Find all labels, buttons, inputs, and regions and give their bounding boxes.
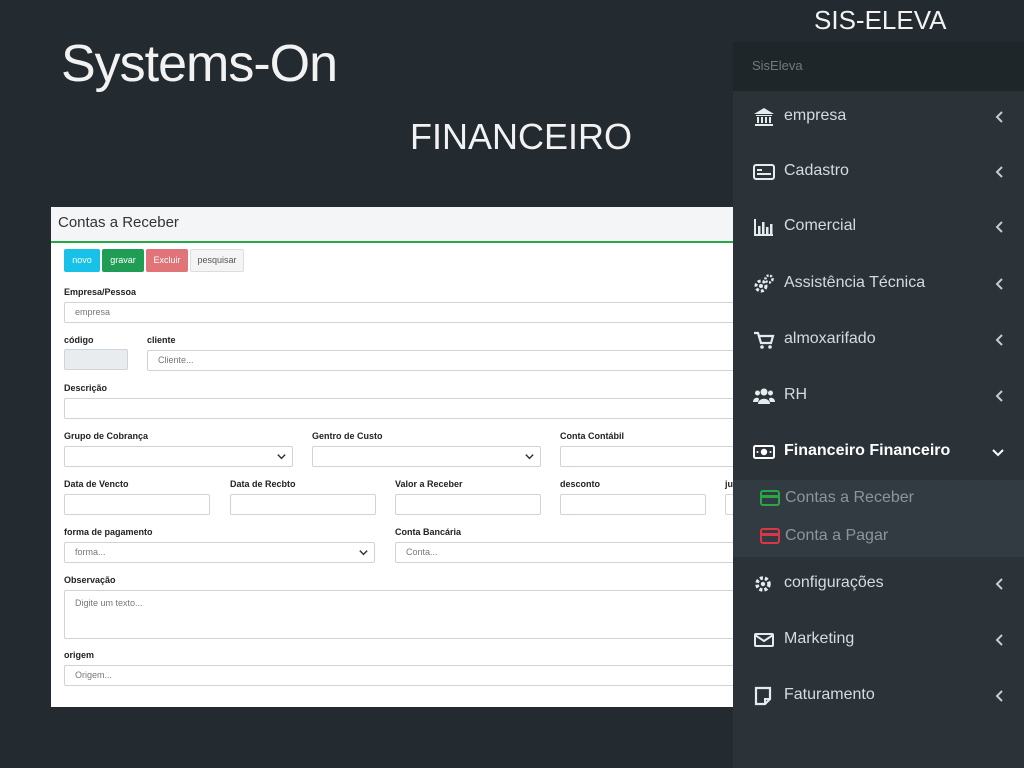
- sidebar-item-label: Assistência Técnica: [784, 274, 926, 291]
- data-vencto-label: Data de Vencto: [64, 479, 129, 489]
- chevron-left-icon: [995, 111, 1003, 123]
- cliente-input[interactable]: Cliente...: [147, 350, 733, 371]
- sidebar-brand: SisEleva: [733, 42, 1024, 91]
- cart-icon: [754, 331, 775, 349]
- sidebar-item-faturamento[interactable]: Faturamento: [733, 676, 1024, 716]
- grupo-cobranca-select[interactable]: [64, 446, 293, 467]
- descricao-label: Descrição: [64, 383, 108, 393]
- data-vencto-input[interactable]: [64, 494, 210, 515]
- origem-input[interactable]: Origem...: [64, 665, 733, 686]
- sidebar-item-label: Comercial: [784, 217, 857, 234]
- observacao-textarea[interactable]: Digite um texto...: [64, 590, 733, 639]
- credit-card-icon: [760, 528, 780, 544]
- chevron-down-icon: [525, 454, 534, 460]
- financeiro-submenu: Contas a Receber Conta a Pagar: [733, 480, 1024, 557]
- submenu-item-contas-receber[interactable]: Contas a Receber: [733, 484, 1024, 514]
- sidebar-item-rh[interactable]: RH: [733, 376, 1024, 416]
- valor-receber-input[interactable]: [395, 494, 541, 515]
- valor-receber-label: Valor a Receber: [395, 479, 463, 489]
- sidebar-item-empresa[interactable]: empresa: [733, 97, 1024, 137]
- gear-icon: [755, 576, 771, 592]
- sidebar-item-financeiro[interactable]: Financeiro Financeiro: [733, 432, 1024, 472]
- centro-custo-select[interactable]: [312, 446, 541, 467]
- conta-bancaria-input[interactable]: Conta...: [395, 542, 733, 563]
- sidebar-item-label: Cadastro: [784, 162, 849, 179]
- slide-title: Systems-On: [61, 35, 338, 93]
- chevron-left-icon: [995, 166, 1003, 178]
- pesquisar-button[interactable]: pesquisar: [190, 249, 244, 272]
- id-card-icon: [753, 164, 775, 180]
- empresa-pessoa-label: Empresa/Pessoa: [64, 287, 137, 297]
- sidebar-item-cadastro[interactable]: Cadastro: [733, 152, 1024, 192]
- sidebar-item-assistencia[interactable]: Assistência Técnica: [733, 264, 1024, 304]
- chevron-down-icon: [277, 454, 286, 460]
- sidebar-item-label: RH: [784, 386, 808, 403]
- chevron-left-icon: [995, 390, 1003, 402]
- novo-button[interactable]: novo: [64, 249, 100, 272]
- empresa-input[interactable]: empresa: [64, 302, 733, 323]
- chevron-down-icon: [992, 449, 1004, 457]
- sidebar-item-label: Financeiro Financeiro: [784, 442, 951, 459]
- top-right-label: SIS-ELEVA: [814, 5, 947, 35]
- chevron-left-icon: [995, 334, 1003, 346]
- data-recbto-input[interactable]: [230, 494, 376, 515]
- submenu-item-label: Conta a Pagar: [785, 527, 889, 544]
- credit-card-icon: [760, 490, 780, 506]
- forma-pagamento-select[interactable]: forma...: [64, 542, 375, 563]
- panel-title: Contas a Receber: [58, 214, 179, 231]
- sidebar-item-marketing[interactable]: Marketing: [733, 620, 1024, 660]
- sidebar-item-configuracoes[interactable]: configurações: [733, 564, 1024, 604]
- chevron-left-icon: [995, 690, 1003, 702]
- sidebar-item-label: empresa: [784, 107, 847, 124]
- conta-bancaria-label: Conta Bancária: [395, 527, 462, 537]
- desconto-input[interactable]: [560, 494, 706, 515]
- sidebar: SisEleva empresa Cadastro Comercial Assi…: [733, 42, 1024, 768]
- submenu-item-conta-pagar[interactable]: Conta a Pagar: [733, 522, 1024, 552]
- observacao-label: Observação: [64, 575, 116, 585]
- origem-label: origem: [64, 650, 95, 660]
- slide-subtitle: FINANCEIRO: [410, 116, 633, 157]
- descricao-input[interactable]: [64, 398, 733, 419]
- forma-pagamento-label: forma de pagamento: [64, 527, 153, 537]
- chevron-left-icon: [995, 221, 1003, 233]
- note-icon: [754, 686, 772, 706]
- contas-receber-panel: Contas a Receber novo gravar Excluir pes…: [51, 207, 733, 707]
- excluir-button[interactable]: Excluir: [146, 249, 188, 272]
- cliente-label: cliente: [147, 335, 176, 345]
- conta-contabil-label: Conta Contábil: [560, 431, 624, 441]
- brand-text: SisEleva: [752, 58, 803, 73]
- chevron-left-icon: [995, 278, 1003, 290]
- sidebar-item-label: almoxarifado: [784, 330, 876, 347]
- codigo-input[interactable]: [64, 349, 128, 370]
- sidebar-item-label: configurações: [784, 574, 884, 591]
- chevron-left-icon: [995, 634, 1003, 646]
- centro-custo-label: Gentro de Custo: [312, 431, 383, 441]
- desconto-label: desconto: [560, 479, 601, 489]
- envelope-icon: [754, 633, 774, 647]
- data-recbto-label: Data de Recbto: [230, 479, 296, 489]
- sidebar-item-comercial[interactable]: Comercial: [733, 207, 1024, 247]
- grupo-cobranca-label: Grupo de Cobrança: [64, 431, 149, 441]
- chevron-down-icon: [359, 550, 368, 556]
- sidebar-item-label: Faturamento: [784, 686, 875, 703]
- bank-icon: [754, 108, 774, 126]
- chevron-left-icon: [995, 578, 1003, 590]
- users-icon: [753, 388, 775, 404]
- money-icon: [753, 445, 775, 459]
- sidebar-item-label: Marketing: [784, 630, 855, 647]
- codigo-label: código: [64, 335, 94, 345]
- gears-icon: [754, 274, 774, 293]
- submenu-item-label: Contas a Receber: [785, 489, 914, 506]
- conta-contabil-select[interactable]: [560, 446, 733, 467]
- bar-chart-icon: [754, 219, 773, 236]
- juros-input[interactable]: [725, 494, 733, 515]
- gravar-button[interactable]: gravar: [102, 249, 144, 272]
- sidebar-item-almoxarifado[interactable]: almoxarifado: [733, 320, 1024, 360]
- juros-label: ju: [725, 479, 733, 489]
